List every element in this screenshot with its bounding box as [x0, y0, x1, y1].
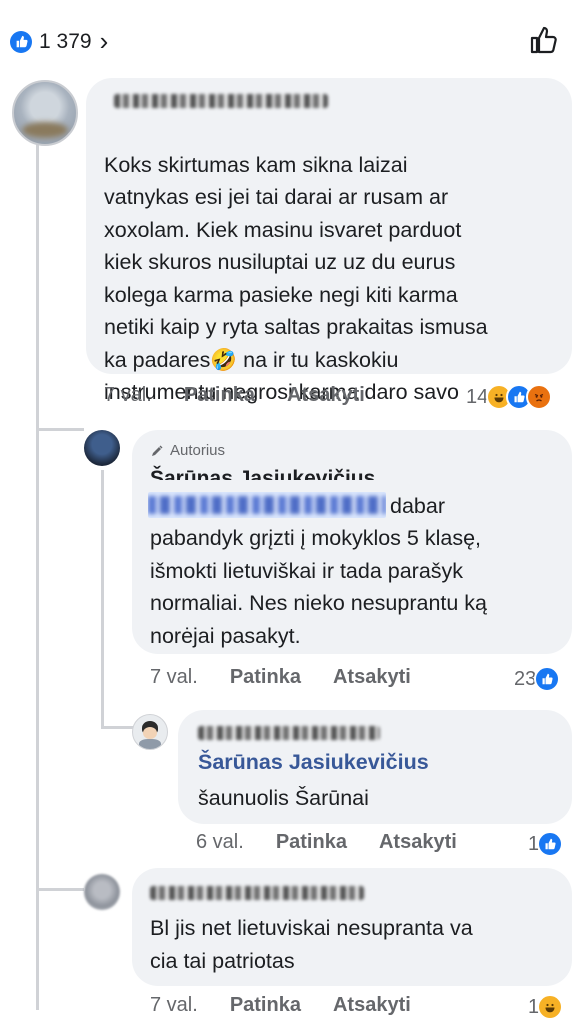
avatar[interactable]	[84, 874, 120, 910]
like-link[interactable]: Patinka	[184, 384, 255, 407]
mention-link[interactable]: Šarūnas Jasiukevičius	[198, 750, 429, 775]
thread-line	[101, 470, 104, 728]
comment-bubble: Koks skirtumas kam sikna laizai vatnykas…	[86, 78, 572, 404]
pencil-icon	[152, 445, 163, 456]
reaction-count: 23	[514, 667, 537, 690]
avatar[interactable]	[132, 714, 168, 750]
comment-bubble: Autorius Šarūnas Jasiukevičius dabar pab…	[132, 430, 572, 654]
comment-text: pabandyk grįzti į mokyklos 5 klasę, išmo…	[150, 526, 488, 648]
like-badge-icon	[10, 30, 32, 53]
reaction-summary[interactable]: 1 379 ›	[10, 26, 108, 57]
comment-bubble: Šarūnas Jasiukevičius šaunuolis Šarūnai	[178, 710, 572, 824]
comment-text: Koks skirtumas kam sikna laizai vatnykas…	[104, 152, 488, 405]
like-link[interactable]: Patinka	[230, 994, 301, 1017]
comment-actions: 7 val. Patinka Atsakyti	[104, 384, 397, 407]
author-name-redacted	[150, 886, 364, 900]
thread-branch	[36, 428, 84, 431]
comment-reactions[interactable]: 1	[528, 994, 564, 1020]
like-link[interactable]: Patinka	[276, 831, 347, 854]
thread-line	[36, 140, 39, 1010]
comment-time: 7 val.	[150, 994, 198, 1016]
mention-redacted[interactable]	[148, 492, 386, 518]
comment-time: 7 val.	[150, 666, 198, 688]
avatar[interactable]	[84, 430, 120, 466]
like-icon	[534, 666, 561, 692]
comment-text: šaunuolis Šarūnai	[198, 786, 369, 810]
comment-actions: 6 val. Patinka Atsakyti	[196, 831, 489, 854]
like-icon	[537, 831, 564, 857]
chevron-right-icon: ›	[99, 26, 109, 56]
comment-time: 6 val.	[196, 831, 244, 853]
avatar[interactable]	[12, 80, 78, 146]
reply-link[interactable]: Atsakyti	[333, 666, 411, 689]
comment-author[interactable]: Šarūnas Jasiukevičius	[150, 464, 375, 480]
reply-link[interactable]: Atsakyti	[287, 384, 365, 407]
comment-actions: 7 val. Patinka Atsakyti	[150, 666, 443, 689]
author-tag-label: Autorius	[170, 442, 226, 459]
haha-icon	[537, 994, 564, 1020]
reply-link[interactable]: Atsakyti	[379, 831, 457, 854]
thread-branch	[101, 726, 133, 729]
comment-reactions[interactable]: 23	[514, 666, 561, 692]
angry-icon	[526, 384, 553, 410]
comment-reactions[interactable]: 14	[466, 384, 553, 410]
comment-reactions[interactable]: 1	[528, 831, 564, 857]
comment-text: Bl jis net lietuviskai nesupranta va cia…	[150, 916, 473, 973]
author-name-redacted	[198, 726, 380, 740]
reaction-count: 14	[466, 385, 489, 408]
comment-actions: 7 val. Patinka Atsakyti	[150, 994, 443, 1017]
comment-time: 7 val.	[104, 384, 152, 406]
author-name-redacted	[114, 94, 328, 108]
reply-link[interactable]: Atsakyti	[333, 994, 411, 1017]
reaction-total: 1 379	[39, 29, 92, 53]
like-link[interactable]: Patinka	[230, 666, 301, 689]
reactions-header: 1 379 ›	[0, 0, 587, 78]
thread-branch	[36, 888, 84, 891]
comment-bubble: Bl jis net lietuviskai nesupranta va cia…	[132, 868, 572, 986]
rolling-laughing-emoji-icon: 🤣	[210, 347, 238, 372]
comment-text-head: dabar	[390, 494, 445, 518]
author-badge: Autorius	[150, 442, 225, 459]
thumbs-up-outline-icon[interactable]	[528, 24, 560, 61]
